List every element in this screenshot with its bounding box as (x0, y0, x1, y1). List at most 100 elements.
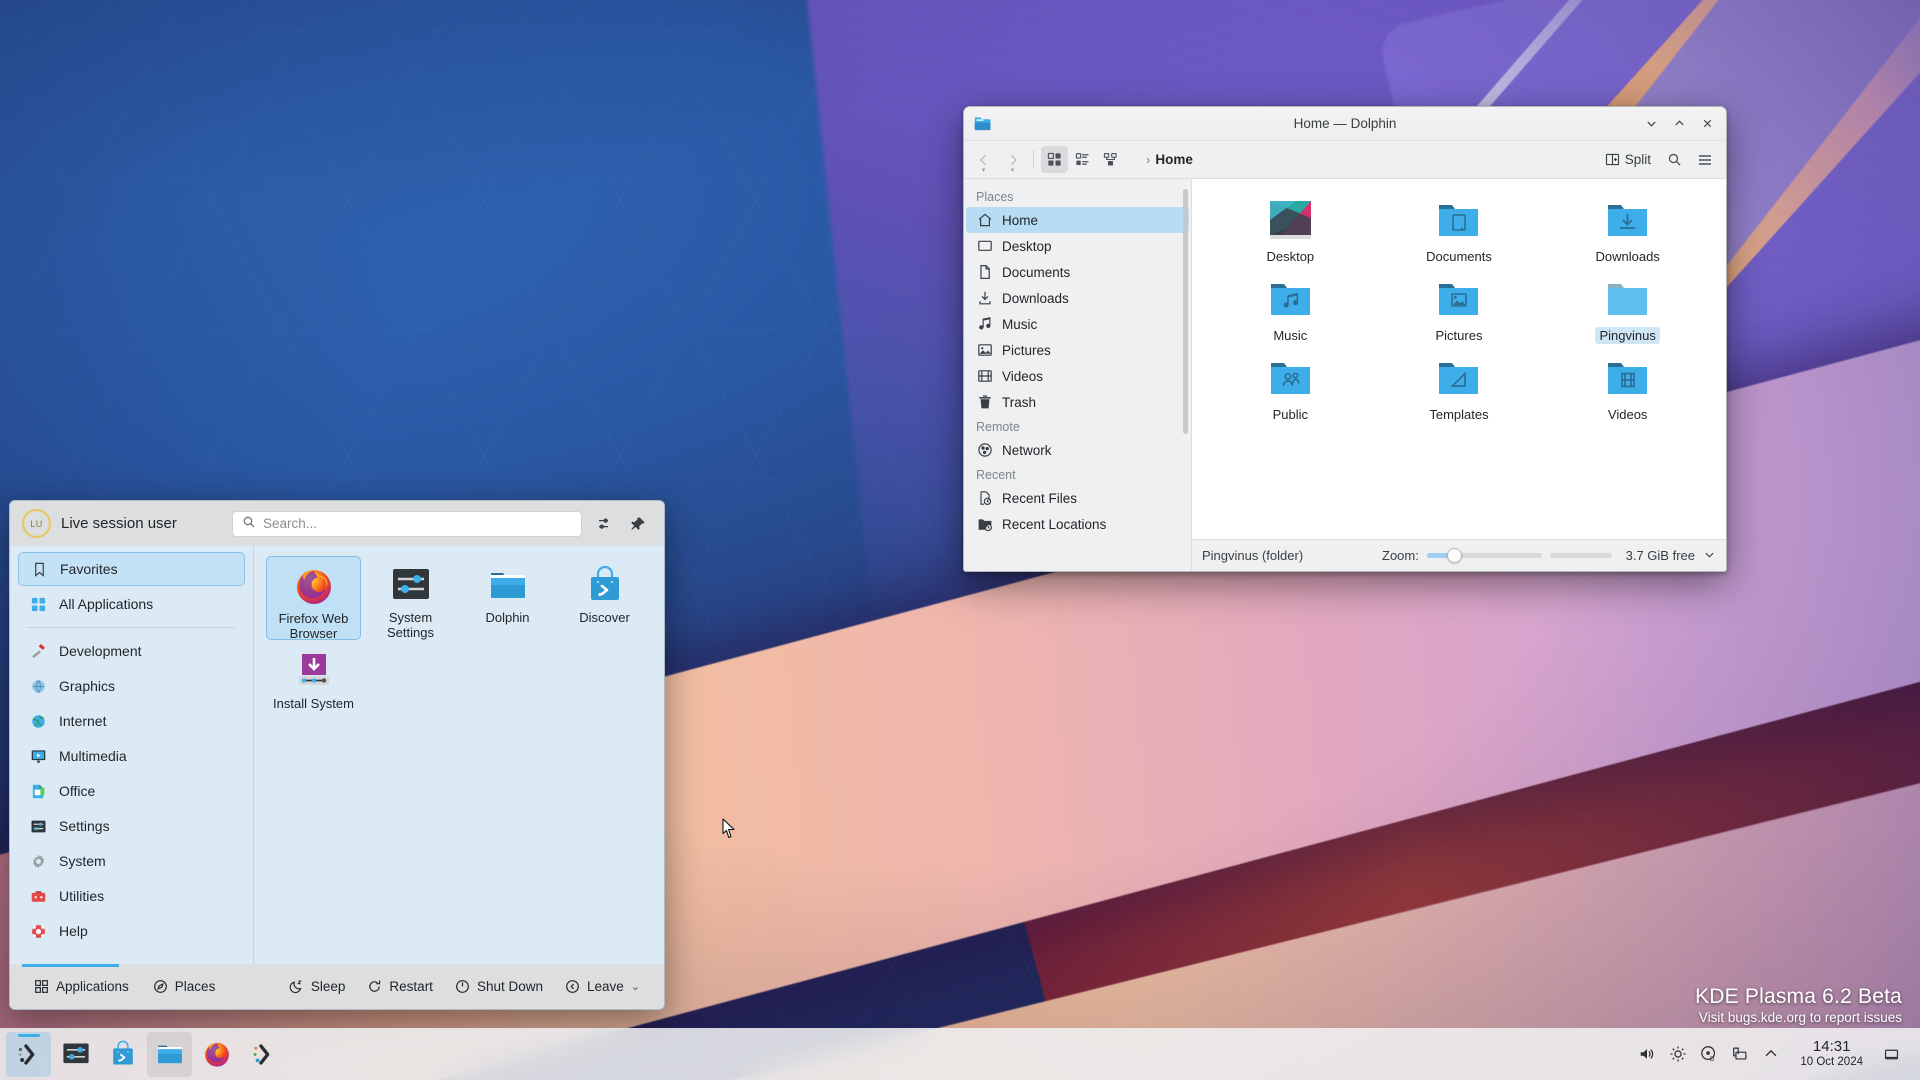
places-scrollbar[interactable] (1183, 189, 1188, 434)
zoom-control[interactable]: Zoom: (1382, 548, 1612, 564)
window-controls[interactable] (1638, 112, 1720, 136)
split-view-button[interactable]: Split (1600, 149, 1658, 170)
app-item-install-system[interactable]: Install System (266, 642, 361, 726)
footer-session-group[interactable]: Sleep Restart Shut Down Leave ⌄ (279, 974, 650, 999)
file-item-desktop[interactable]: Desktop (1206, 195, 1375, 274)
dolphin-titlebar[interactable]: Home — Dolphin (964, 107, 1726, 141)
sidebar-item-help[interactable]: Help (18, 914, 245, 948)
place-item-home[interactable]: Home (966, 207, 1189, 233)
breadcrumb[interactable]: › Home (1146, 152, 1193, 167)
forward-button[interactable]: ▾ (999, 146, 1026, 174)
place-item-videos[interactable]: Videos (966, 363, 1189, 389)
sidebar-item-development[interactable]: Development (18, 634, 245, 668)
file-item-pictures[interactable]: Pictures (1375, 274, 1544, 353)
hamburger-menu-button[interactable] (1691, 146, 1718, 173)
place-item-desktop[interactable]: Desktop (966, 233, 1189, 259)
system-tray[interactable]: D 14:31 10 Oct 2024 (1627, 1033, 1914, 1075)
sleep-button[interactable]: Sleep (279, 974, 356, 999)
view-mode-group[interactable] (1041, 146, 1124, 173)
category-label: System (59, 853, 106, 869)
dolphin-toolbar[interactable]: ▾ ▾ › Home Split (964, 141, 1726, 179)
places-panel[interactable]: Places Home Desktop Documents Downloads … (964, 179, 1192, 571)
file-item-downloads[interactable]: Downloads (1543, 195, 1712, 274)
place-item-documents[interactable]: Documents (966, 259, 1189, 285)
konsole-task-button[interactable] (241, 1032, 286, 1077)
minimize-button[interactable] (1638, 112, 1664, 136)
app-item-firefox[interactable]: Firefox Web Browser (266, 556, 361, 641)
restart-button[interactable]: Restart (357, 974, 443, 999)
sidebar-item-multimedia[interactable]: Multimedia (18, 739, 245, 773)
view-details-button[interactable] (1097, 146, 1124, 173)
places-scroll-area[interactable]: Places Home Desktop Documents Downloads … (964, 185, 1191, 571)
sidebar-item-favorites[interactable]: Favorites (18, 552, 245, 586)
disk-icon[interactable]: D (1695, 1040, 1723, 1068)
leave-button[interactable]: Leave ⌄ (555, 974, 650, 999)
view-compact-button[interactable] (1069, 146, 1096, 173)
place-item-network[interactable]: Network (966, 437, 1189, 463)
file-item-templates[interactable]: Templates (1375, 353, 1544, 432)
free-space-group[interactable]: 3.7 GiB free (1626, 548, 1716, 564)
favorites-grid[interactable]: Firefox Web Browser System Settings Dolp… (254, 546, 664, 964)
file-grid[interactable]: Desktop Documents Downloads Music Pictur… (1192, 179, 1726, 539)
kde-k-alt-icon (253, 1043, 270, 1065)
discover-task-button[interactable] (100, 1032, 145, 1077)
application-launcher-menu[interactable]: LU Live session user Search... Favorites… (9, 500, 665, 1010)
file-item-pingvinus[interactable]: Pingvinus (1543, 274, 1712, 353)
category-sidebar[interactable]: Favorites All Applications Development G… (10, 546, 254, 964)
system-settings-task-button[interactable] (53, 1032, 98, 1077)
expand-tray-icon[interactable] (1757, 1040, 1785, 1068)
dolphin-window[interactable]: Home — Dolphin ▾ ▾ › Home Split Places H… (963, 106, 1727, 572)
brightness-icon[interactable] (1664, 1040, 1692, 1068)
breadcrumb-item-home[interactable]: Home (1155, 152, 1193, 167)
volume-icon[interactable] (1633, 1040, 1661, 1068)
app-item-discover[interactable]: Discover (557, 556, 652, 640)
zoom-handle[interactable] (1446, 548, 1462, 563)
file-item-videos[interactable]: Videos (1543, 353, 1712, 432)
file-item-documents[interactable]: Documents (1375, 195, 1544, 274)
place-item-downloads[interactable]: Downloads (966, 285, 1189, 311)
shut-down-button[interactable]: Shut Down (445, 974, 553, 999)
sidebar-item-graphics[interactable]: Graphics (18, 669, 245, 703)
place-label: Recent Files (1002, 490, 1078, 506)
search-input[interactable]: Search... (232, 510, 582, 537)
places-section-header: Places (976, 190, 1014, 204)
sidebar-item-all-applications[interactable]: All Applications (18, 587, 245, 621)
place-item-pictures[interactable]: Pictures (966, 337, 1189, 363)
footer-places-button[interactable]: Places (143, 974, 226, 999)
app-item-system-settings[interactable]: System Settings (363, 556, 458, 640)
dolphin-task-button[interactable] (147, 1031, 192, 1077)
close-button[interactable] (1694, 112, 1720, 136)
pin-button[interactable] (626, 512, 650, 536)
digital-clock[interactable]: 14:31 10 Oct 2024 (1788, 1038, 1875, 1069)
maximize-button[interactable] (1666, 112, 1692, 136)
launcher-footer[interactable]: Applications Places Sleep Restart Shut D… (10, 964, 664, 1009)
sidebar-item-system[interactable]: System (18, 844, 245, 878)
configure-button[interactable] (592, 512, 616, 536)
app-item-dolphin[interactable]: Dolphin (460, 556, 555, 640)
file-item-public[interactable]: Public (1206, 353, 1375, 432)
kickoff-launcher-button[interactable] (6, 1031, 51, 1077)
place-item-recent-files[interactable]: Recent Files (966, 485, 1189, 511)
place-item-trash[interactable]: Trash (966, 389, 1189, 415)
back-button[interactable]: ▾ (970, 146, 997, 174)
view-icons-button[interactable] (1041, 146, 1068, 173)
search-button[interactable] (1661, 146, 1688, 173)
toolbar-right-group[interactable]: Split (1600, 146, 1718, 173)
footer-applications-button[interactable]: Applications (24, 974, 139, 999)
place-item-recent-locations[interactable]: Recent Locations (966, 511, 1189, 537)
task-manager[interactable] (6, 1031, 286, 1077)
avatar[interactable]: LU (22, 509, 51, 538)
firefox-task-button[interactable] (194, 1032, 239, 1077)
sidebar-item-settings[interactable]: Settings (18, 809, 245, 843)
file-item-music[interactable]: Music (1206, 274, 1375, 353)
plasma-panel[interactable]: D 14:31 10 Oct 2024 (0, 1028, 1920, 1080)
place-item-music[interactable]: Music (966, 311, 1189, 337)
show-desktop-button[interactable] (1878, 1034, 1904, 1074)
chevron-down-icon[interactable] (1703, 548, 1716, 564)
sidebar-item-internet[interactable]: Internet (18, 704, 245, 738)
zoom-slider[interactable] (1426, 548, 1542, 564)
network-icon[interactable] (1726, 1040, 1754, 1068)
sidebar-item-utilities[interactable]: Utilities (18, 879, 245, 913)
sidebar-item-office[interactable]: Office (18, 774, 245, 808)
chevron-down-icon[interactable]: ⌄ (631, 980, 640, 993)
